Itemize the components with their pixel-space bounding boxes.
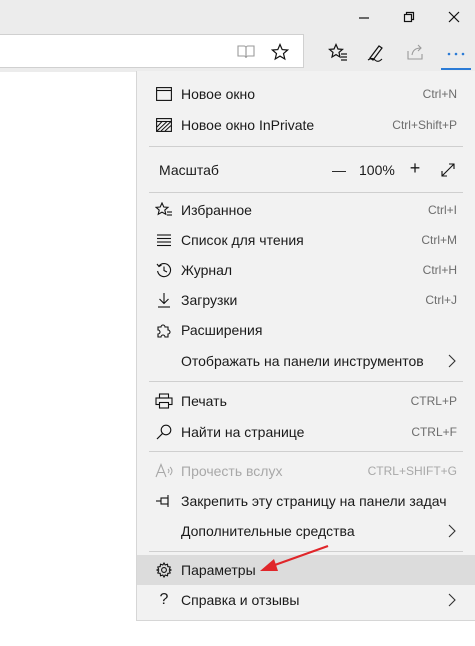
search-icon: [155, 423, 173, 441]
menu-item-label: Дополнительные средства: [181, 523, 355, 539]
share-icon[interactable]: [404, 40, 428, 64]
menu-item-label: Параметры: [181, 562, 256, 578]
address-bar[interactable]: [0, 34, 304, 68]
favorite-star-icon[interactable]: [268, 40, 292, 64]
inprivate-window-icon: [155, 116, 173, 134]
chevron-right-icon: [448, 593, 456, 607]
menu-item-find-on-page[interactable]: Найти на странице CTRL+F: [137, 417, 475, 447]
minimize-icon: [359, 17, 369, 19]
menu-item-print[interactable]: Печать CTRL+P: [137, 386, 475, 416]
more-icon: [447, 52, 465, 56]
shortcut-text: Ctrl+Shift+P: [392, 118, 457, 132]
more-actions-menu: Новое окно Ctrl+N Новое окно InPrivate C…: [136, 71, 475, 621]
menu-divider: [149, 451, 463, 452]
menu-item-more-tools[interactable]: Дополнительные средства: [137, 516, 475, 546]
zoom-row: Масштаб — 100% +: [137, 153, 475, 187]
gear-icon: [155, 561, 173, 579]
web-note-icon[interactable]: [364, 40, 388, 64]
close-window-button[interactable]: [441, 6, 467, 28]
menu-item-new-window[interactable]: Новое окно Ctrl+N: [137, 79, 475, 109]
menu-item-settings[interactable]: Параметры: [137, 555, 475, 585]
shortcut-text: Ctrl+I: [427, 203, 457, 217]
menu-divider: [149, 551, 463, 552]
menu-item-label: Список для чтения: [181, 232, 304, 248]
favorites-hub-icon[interactable]: [326, 40, 350, 64]
menu-item-label: Загрузки: [181, 292, 238, 308]
menu-item-extensions[interactable]: Расширения: [137, 315, 475, 345]
extensions-puzzle-icon: [155, 321, 173, 339]
menu-item-label: Закрепить эту страницу на панели задач: [181, 493, 447, 509]
menu-divider: [149, 192, 463, 193]
menu-divider: [149, 146, 463, 147]
zoom-label: Масштаб: [159, 162, 219, 178]
menu-item-label: Журнал: [181, 262, 233, 278]
shortcut-text: CTRL+P: [410, 394, 457, 408]
shortcut-text: Ctrl+H: [422, 263, 457, 277]
plus-icon: +: [409, 157, 421, 178]
minus-icon: —: [332, 162, 346, 178]
reading-view-icon[interactable]: [234, 40, 258, 64]
shortcut-text: CTRL+F: [411, 425, 457, 439]
shortcut-text: Ctrl+M: [421, 233, 457, 247]
title-bar: [0, 0, 475, 34]
zoom-value: 100%: [359, 162, 395, 178]
help-question-icon: ?: [159, 591, 169, 608]
history-icon: [155, 261, 173, 279]
pin-icon: [155, 492, 173, 510]
restore-icon: [403, 11, 415, 23]
menu-item-reading-list[interactable]: Список для чтения Ctrl+M: [137, 225, 475, 255]
menu-item-label: Новое окно InPrivate: [181, 117, 315, 133]
menu-item-label: Расширения: [181, 322, 263, 338]
read-aloud-icon: [155, 462, 173, 480]
download-icon: [155, 291, 173, 309]
reading-list-icon: [155, 231, 173, 249]
chevron-right-icon: [448, 524, 456, 538]
menu-divider: [149, 381, 463, 382]
printer-icon: [155, 392, 173, 410]
menu-item-show-in-toolbar[interactable]: Отображать на панели инструментов: [137, 346, 475, 376]
menu-item-history[interactable]: Журнал Ctrl+H: [137, 255, 475, 285]
menu-item-label: Новое окно: [181, 86, 256, 102]
window-icon: [155, 85, 173, 103]
shortcut-text: Ctrl+J: [425, 293, 457, 307]
menu-item-label: Печать: [181, 393, 227, 409]
menu-item-label: Найти на странице: [181, 424, 305, 440]
menu-item-help-feedback[interactable]: ? Справка и отзывы: [137, 585, 475, 615]
zoom-out-button[interactable]: —: [331, 162, 347, 178]
minimize-button[interactable]: [351, 6, 377, 28]
favorites-list-icon: [155, 201, 173, 219]
menu-item-label: Отображать на панели инструментов: [181, 353, 424, 369]
more-actions-button[interactable]: [441, 40, 471, 70]
menu-item-favorites[interactable]: Избранное Ctrl+I: [137, 195, 475, 225]
chevron-right-icon: [448, 354, 456, 368]
menu-item-downloads[interactable]: Загрузки Ctrl+J: [137, 285, 475, 315]
fullscreen-button[interactable]: [440, 162, 456, 178]
menu-item-label: Справка и отзывы: [181, 592, 300, 608]
restore-button[interactable]: [396, 6, 422, 28]
menu-item-new-inprivate[interactable]: Новое окно InPrivate Ctrl+Shift+P: [137, 110, 475, 140]
shortcut-text: Ctrl+N: [422, 87, 457, 101]
menu-item-read-aloud[interactable]: Прочесть вслух CTRL+SHIFT+G: [137, 456, 475, 486]
menu-item-pin-to-taskbar[interactable]: Закрепить эту страницу на панели задач: [137, 486, 475, 516]
close-icon: [448, 11, 460, 23]
menu-item-label: Избранное: [181, 202, 252, 218]
zoom-in-button[interactable]: +: [407, 157, 423, 178]
menu-item-label: Прочесть вслух: [181, 463, 283, 479]
fullscreen-icon: [441, 163, 455, 177]
shortcut-text: CTRL+SHIFT+G: [367, 464, 457, 478]
